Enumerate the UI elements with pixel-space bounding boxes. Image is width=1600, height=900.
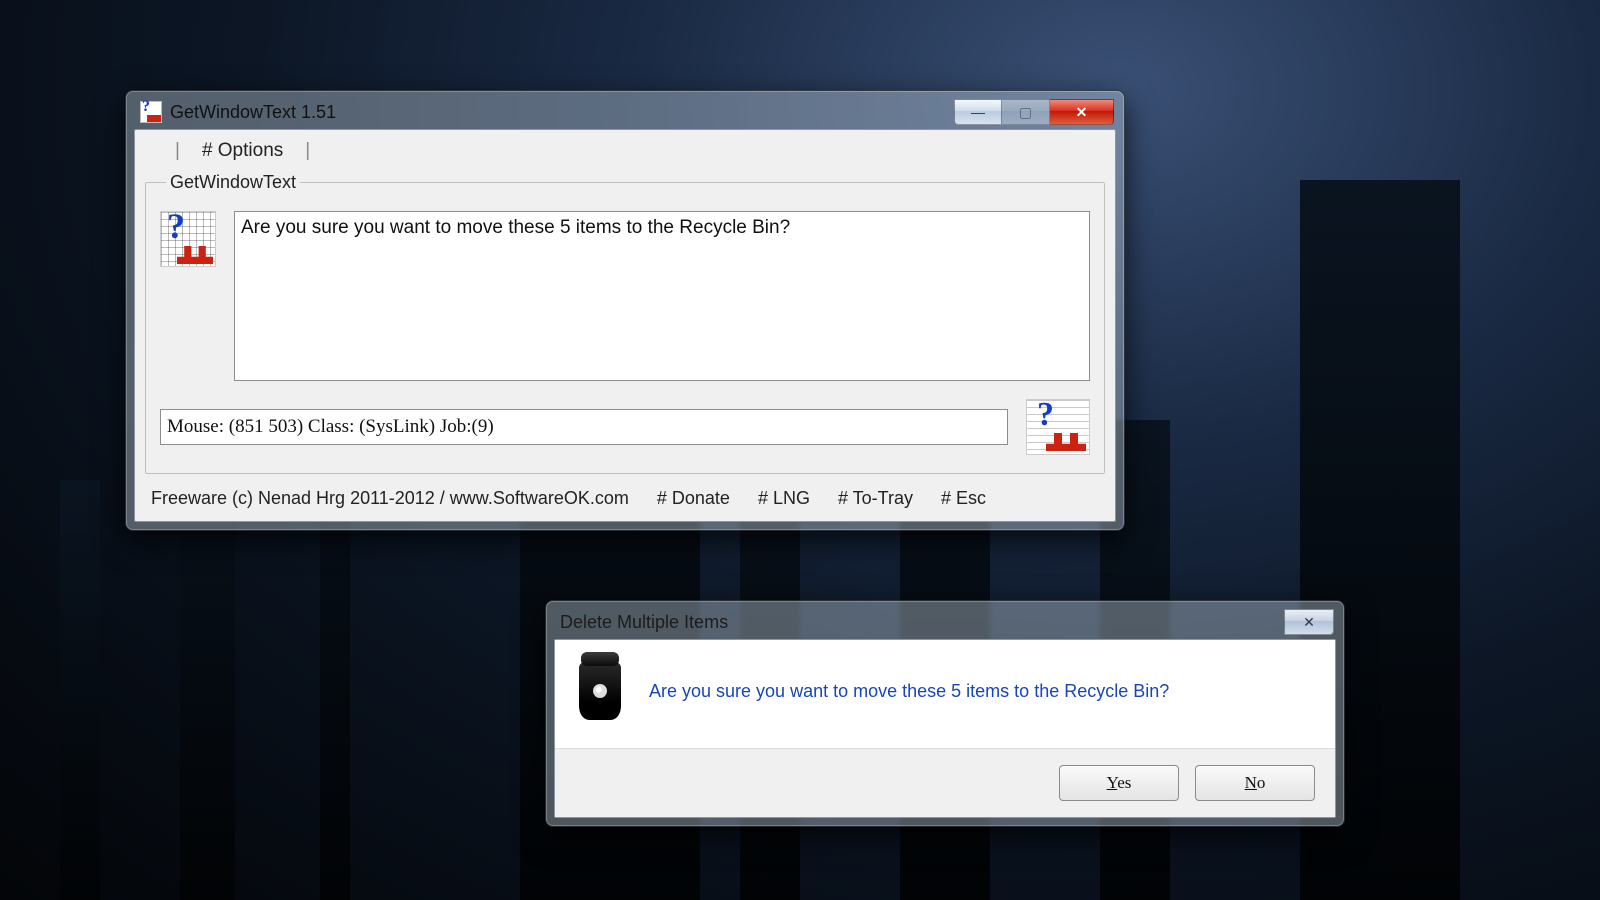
window-title: GetWindowText 1.51 (170, 102, 336, 123)
delete-confirm-dialog: Delete Multiple Items ✕ Are you sure you… (545, 600, 1345, 827)
maximize-button[interactable]: ▢ (1002, 99, 1050, 125)
getwindowtext-group: GetWindowText (145, 172, 1105, 474)
dialog-button-row: Yes No (555, 748, 1335, 817)
no-button[interactable]: No (1195, 765, 1315, 801)
footer-bar: Freeware (c) Nenad Hrg 2011-2012 / www.S… (145, 474, 1105, 511)
menu-separator: | (175, 140, 180, 162)
dialog-message: Are you sure you want to move these 5 it… (649, 681, 1169, 702)
footer-link-donate[interactable]: # Donate (657, 488, 730, 509)
dialog-title: Delete Multiple Items (560, 612, 728, 633)
crosshair-grabber-icon[interactable] (1026, 399, 1090, 455)
yes-button[interactable]: Yes (1059, 765, 1179, 801)
window-caption-buttons: — ▢ ✕ (954, 99, 1114, 125)
close-button[interactable]: ✕ (1050, 99, 1114, 125)
app-icon (160, 211, 216, 267)
footer-link-to-tray[interactable]: # To-Tray (838, 488, 913, 509)
dialog-caption-buttons: ✕ (1284, 609, 1334, 635)
group-legend: GetWindowText (166, 172, 300, 193)
status-field[interactable] (160, 409, 1008, 445)
titlebar[interactable]: GetWindowText 1.51 — ▢ ✕ (134, 99, 1116, 129)
menu-options[interactable]: # Options (202, 140, 283, 162)
dialog-titlebar[interactable]: Delete Multiple Items ✕ (554, 609, 1336, 639)
captured-text-area[interactable] (234, 211, 1090, 381)
minimize-button[interactable]: — (954, 99, 1002, 125)
app-title-icon (140, 101, 162, 123)
dialog-close-button[interactable]: ✕ (1284, 609, 1334, 635)
footer-credit: Freeware (c) Nenad Hrg 2011-2012 / www.S… (151, 488, 629, 509)
recycle-bin-icon (579, 662, 621, 720)
footer-link-esc[interactable]: # Esc (941, 488, 986, 509)
footer-link-lng[interactable]: # LNG (758, 488, 810, 509)
menu-separator: | (305, 140, 310, 162)
getwindowtext-window: GetWindowText 1.51 — ▢ ✕ | # Options | G… (125, 90, 1125, 531)
dialog-body: Are you sure you want to move these 5 it… (555, 640, 1335, 748)
menubar: | # Options | (145, 136, 1105, 172)
client-area: | # Options | GetWindowText Freeware (c)… (134, 129, 1116, 522)
dialog-client: Are you sure you want to move these 5 it… (554, 639, 1336, 818)
